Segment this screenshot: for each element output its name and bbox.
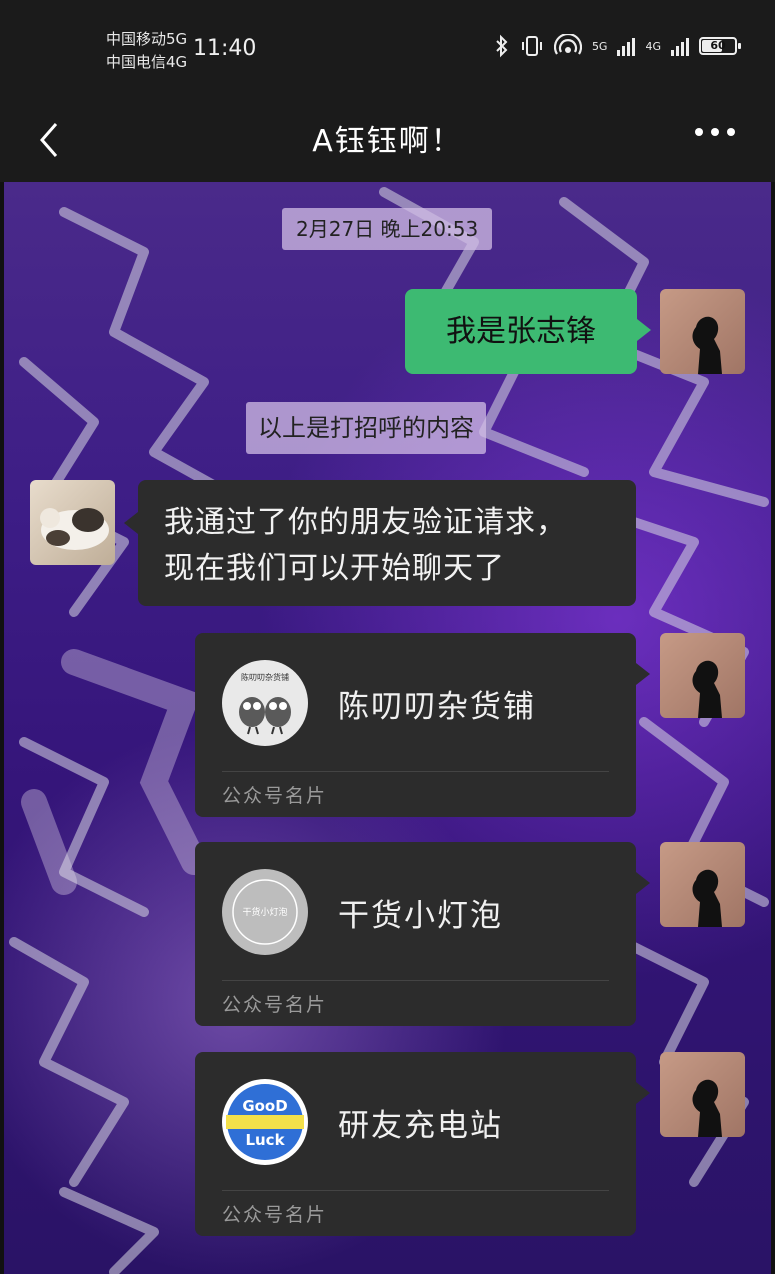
status-time: 11:40 xyxy=(193,36,257,61)
contact-avatar[interactable] xyxy=(30,480,115,565)
official-account-card[interactable]: 干货小灯泡 干货小灯泡 公众号名片 xyxy=(195,842,650,1026)
card-type-label: 公众号名片 xyxy=(222,994,328,1016)
system-icons: 5G 4G 60 xyxy=(494,34,741,58)
carrier-info: 中国移动5G 中国电信4G xyxy=(106,28,187,74)
card-divider xyxy=(222,771,609,772)
account-name: 陈叨叨杂货铺 xyxy=(338,689,536,725)
account-name: 研友充电站 xyxy=(338,1108,503,1144)
logo-caption: 干货小灯泡 xyxy=(242,906,287,918)
circle-logo-icon: 干货小灯泡 xyxy=(232,879,298,945)
battery-icon: 60 xyxy=(699,37,741,55)
account-name: 干货小灯泡 xyxy=(338,898,503,934)
my-avatar[interactable] xyxy=(660,289,745,374)
received-message-line2: 现在我们可以开始聊天了 xyxy=(164,551,505,586)
cat-photo-icon xyxy=(40,508,109,550)
account-logo: GooD Luck xyxy=(222,1079,308,1165)
two-birds-logo-icon: 陈叨叨杂货铺 xyxy=(239,672,291,735)
card-divider xyxy=(222,1190,609,1191)
carrier-2: 中国电信4G xyxy=(106,53,188,71)
card-type-label: 公众号名片 xyxy=(222,1204,328,1226)
battery-level: 60 xyxy=(710,39,726,52)
card-divider xyxy=(222,980,609,981)
card-type-label: 公众号名片 xyxy=(222,785,328,807)
account-logo: 陈叨叨杂货铺 xyxy=(222,660,308,746)
carrier-1: 中国移动5G xyxy=(106,30,188,48)
my-avatar[interactable] xyxy=(660,633,745,718)
good-luck-logo-icon: GooD Luck xyxy=(226,1084,304,1160)
received-message-bubble[interactable]: 我通过了你的朋友验证请求， 现在我们可以开始聊天了 xyxy=(124,480,636,606)
network-4g: 4G xyxy=(645,39,661,53)
network-5g: 5G xyxy=(591,39,608,53)
person-silhouette-icon xyxy=(692,869,722,927)
vibrate-icon xyxy=(521,36,542,56)
my-avatar[interactable] xyxy=(660,842,745,927)
more-options-icon[interactable] xyxy=(695,128,735,136)
official-account-card[interactable]: GooD Luck 研友充电站 公众号名片 xyxy=(195,1052,650,1236)
official-account-card[interactable]: 陈叨叨杂货铺 陈叨叨杂货铺 公众号名片 xyxy=(195,633,650,817)
person-silhouette-icon xyxy=(692,316,722,374)
logo-bottom-text: Luck xyxy=(245,1131,285,1149)
chat-header: A钰钰啊！ xyxy=(0,98,775,182)
received-message-line1: 我通过了你的朋友验证请求， xyxy=(164,505,567,540)
person-silhouette-icon xyxy=(692,1079,722,1137)
hotspot-icon xyxy=(553,34,582,55)
person-silhouette-icon xyxy=(692,660,722,718)
signal-icon-1 xyxy=(617,36,636,56)
sent-message-bubble[interactable]: 我是张志锋 xyxy=(405,289,651,374)
logo-caption: 陈叨叨杂货铺 xyxy=(241,672,289,682)
message-timestamp: 2月27日 晚上20:53 xyxy=(282,208,493,250)
bluetooth-icon xyxy=(496,34,508,58)
chat-area[interactable]: 2月27日 晚上20:53 我是张志锋 以上是打招呼的内容 我通过了你的朋友验证… xyxy=(4,182,771,1274)
my-avatar[interactable] xyxy=(660,1052,745,1137)
logo-top-text: GooD xyxy=(242,1097,287,1115)
signal-icon-2 xyxy=(671,36,689,56)
account-logo: 干货小灯泡 xyxy=(222,869,308,955)
chat-title: A钰钰啊！ xyxy=(312,124,463,159)
greeting-notice: 以上是打招呼的内容 xyxy=(246,402,486,454)
status-bar: 中国移动5G 中国电信4G 11:40 5G 4G 60 xyxy=(0,0,775,98)
